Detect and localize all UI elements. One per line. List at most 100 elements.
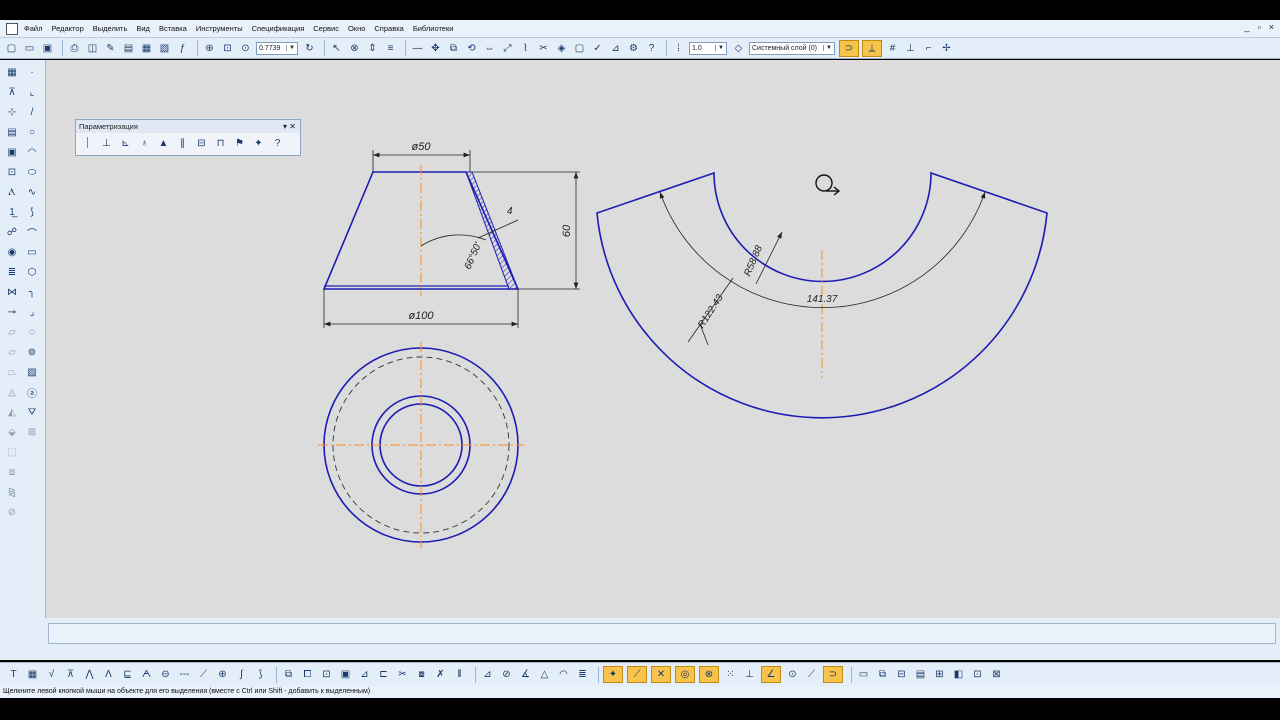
edit-icon[interactable]: ▤: [4, 124, 20, 140]
measure-icon[interactable]: ⊡: [4, 164, 20, 180]
section-line-icon[interactable]: ⊖: [158, 667, 173, 682]
minimize-button[interactable]: _: [1245, 22, 1250, 32]
snap-circle-icon[interactable]: ⊙: [785, 667, 800, 682]
text-icon[interactable]: ⓐ: [24, 384, 40, 400]
perpendicular-icon[interactable]: ⊾: [118, 136, 133, 151]
panel-close-icon[interactable]: ✕: [289, 122, 296, 131]
cursor-icon[interactable]: ✢: [939, 41, 954, 56]
section-icon[interactable]: ⊘: [4, 504, 20, 520]
menu-specification[interactable]: Спецификация: [252, 24, 305, 33]
snap-align-icon[interactable]: ⟋: [804, 667, 819, 682]
divide-icon[interactable]: ⫴: [452, 667, 467, 682]
reports-icon[interactable]: ☍: [4, 224, 20, 240]
tolerance-icon[interactable]: ⊑: [120, 667, 135, 682]
coordinate-icon[interactable]: ⌐: [921, 41, 936, 56]
save-icon[interactable]: ▣: [40, 41, 55, 56]
table-icon[interactable]: ▦: [25, 667, 40, 682]
measure-area-icon[interactable]: △: [537, 667, 552, 682]
properties-icon[interactable]: ✎: [103, 41, 118, 56]
section-view-icon[interactable]: ⊞: [932, 667, 947, 682]
text-tool-icon[interactable]: T: [6, 667, 21, 682]
library-icon[interactable]: ▤: [121, 41, 136, 56]
print-icon[interactable]: ⎙: [67, 41, 82, 56]
hole-icon[interactable]: ⬚: [4, 444, 20, 460]
shell-icon[interactable]: ◭: [4, 404, 20, 420]
rib-icon[interactable]: ⬙: [4, 424, 20, 440]
menu-editor[interactable]: Редактор: [51, 24, 83, 33]
layer-combo[interactable]: Системный слой (0) ▼: [749, 41, 835, 55]
dim-bottom-diameter[interactable]: ø100: [408, 310, 434, 322]
center-mark-icon[interactable]: ⊕: [215, 667, 230, 682]
trim-icon[interactable]: ✂: [536, 41, 551, 56]
menu-service[interactable]: Сервис: [313, 24, 339, 33]
snap-center-icon[interactable]: ◎: [675, 666, 695, 683]
rotate-edit-icon[interactable]: ⊡: [319, 667, 334, 682]
tangent-icon[interactable]: ♁: [137, 136, 152, 151]
expand-icon[interactable]: ⊞: [24, 424, 40, 440]
tree-icon[interactable]: ▦: [139, 41, 154, 56]
geometry-icon[interactable]: ▦: [4, 64, 20, 80]
position-icon[interactable]: Ʌ: [101, 667, 116, 682]
refresh-icon[interactable]: ↻: [302, 41, 317, 56]
zoom-icon[interactable]: ⊙: [238, 41, 253, 56]
horizontal-constraint-icon[interactable]: ⊥: [99, 136, 114, 151]
measure-length-icon[interactable]: ⊘: [499, 667, 514, 682]
dim-outer-radius[interactable]: R122.43: [696, 292, 726, 330]
check-icon[interactable]: ✓: [590, 41, 605, 56]
menu-window[interactable]: Окно: [348, 24, 365, 33]
menu-libraries[interactable]: Библиотеки: [413, 24, 454, 33]
detail-view-icon[interactable]: ◧: [951, 667, 966, 682]
parametrization-panel[interactable]: Параметризация ▾ ✕ ⏐ ⊥ ⊾ ♁ ▲ ∥ ⊟ ⊓ ⚑ ✦ ?: [75, 119, 301, 156]
grid-step-icon[interactable]: ⁞: [671, 41, 686, 56]
layer-icon[interactable]: ◇: [731, 41, 746, 56]
trim-edit-icon[interactable]: ✂: [395, 667, 410, 682]
restore-button[interactable]: ▫: [1258, 22, 1261, 32]
arc-icon[interactable]: ◠: [24, 144, 40, 160]
magnet-icon[interactable]: ⊃: [839, 39, 859, 57]
move-icon[interactable]: ✥: [428, 41, 443, 56]
help-icon[interactable]: ?: [644, 41, 659, 56]
snap-intersection-icon[interactable]: ✕: [651, 666, 671, 683]
snap-point-icon[interactable]: ✦: [603, 666, 623, 683]
spec-icon[interactable]: 1̲: [4, 204, 20, 220]
point-icon[interactable]: ·: [24, 64, 40, 80]
mass-icon[interactable]: ≣: [575, 667, 590, 682]
polygon-icon[interactable]: ⬡: [24, 264, 40, 280]
frame-icon[interactable]: ▢: [572, 41, 587, 56]
snap-magnet-icon[interactable]: ⊃: [823, 666, 843, 683]
delete-icon[interactable]: ✗: [433, 667, 448, 682]
move-edit-icon[interactable]: ⧉: [281, 667, 296, 682]
menu-help[interactable]: Справка: [374, 24, 403, 33]
flat-pattern[interactable]: 141.37 R58.88 R122.43: [596, 171, 1048, 419]
copy-edit-icon[interactable]: ⧠: [300, 667, 315, 682]
grid-icon[interactable]: #: [885, 41, 900, 56]
break-icon[interactable]: ⟆: [253, 667, 268, 682]
front-view[interactable]: ø50 ø100 60 4 66°50': [322, 141, 580, 328]
segment-icon[interactable]: /: [24, 104, 40, 120]
local-view-icon[interactable]: ⊡: [970, 667, 985, 682]
zoom-in-icon[interactable]: ⊕: [202, 41, 217, 56]
line-icon[interactable]: —: [410, 41, 425, 56]
fillet-icon[interactable]: ╮: [24, 284, 40, 300]
axis-line-icon[interactable]: ---: [177, 667, 192, 682]
measure-perimeter-icon[interactable]: ◠: [556, 667, 571, 682]
dim-thickness[interactable]: 4: [507, 206, 513, 217]
aux-line-icon[interactable]: ⌞: [24, 84, 40, 100]
menu-tools[interactable]: Инструменты: [196, 24, 243, 33]
projection-icon[interactable]: ▤: [913, 667, 928, 682]
dim-height[interactable]: 60: [561, 224, 573, 237]
extrude-icon[interactable]: ⏥: [4, 344, 20, 360]
wave-icon[interactable]: ∫: [234, 667, 249, 682]
rectangle-icon[interactable]: ▭: [24, 244, 40, 260]
menu-view[interactable]: Вид: [136, 24, 150, 33]
sheet-metal-icon[interactable]: ≣: [4, 264, 20, 280]
dim-arc-length[interactable]: 141.37: [807, 294, 838, 305]
arrow-icon[interactable]: ⟋: [196, 667, 211, 682]
chamfer-icon[interactable]: ⌟: [24, 304, 40, 320]
revolve-icon[interactable]: ⏢: [4, 364, 20, 380]
ortho-icon[interactable]: ⟂: [862, 39, 882, 57]
dimensions-icon[interactable]: ⊼: [4, 84, 20, 100]
copy-icon[interactable]: ⧉: [446, 41, 461, 56]
snap-grid-icon[interactable]: ⁙: [723, 667, 738, 682]
parallel-icon[interactable]: ∥: [175, 136, 190, 151]
